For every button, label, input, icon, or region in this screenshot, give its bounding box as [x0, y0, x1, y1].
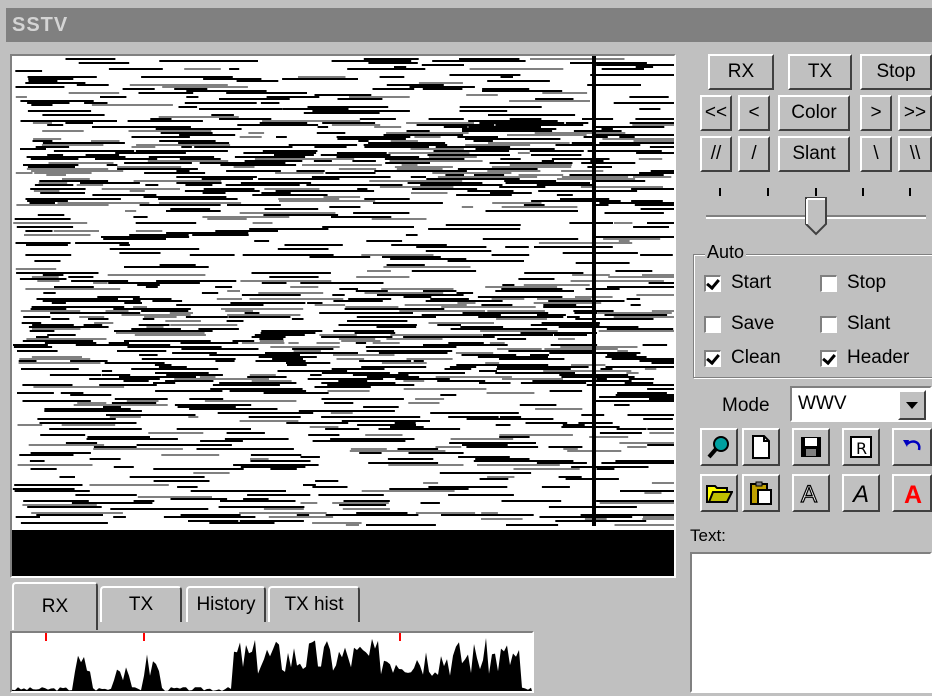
- register-r-icon[interactable]: R: [842, 428, 880, 466]
- rx-button[interactable]: RX: [708, 54, 774, 90]
- slant-right-button[interactable]: \: [860, 136, 892, 172]
- new-document-icon[interactable]: [742, 428, 780, 466]
- slider-thumb: [805, 197, 827, 236]
- checkbox-label: Header: [847, 347, 910, 368]
- open-folder-icon[interactable]: [700, 474, 738, 512]
- stop-button[interactable]: Stop: [860, 54, 932, 90]
- checkbox-box[interactable]: [704, 274, 721, 292]
- checkbox-label: Clean: [731, 347, 781, 368]
- mode-label: Mode: [722, 395, 770, 416]
- paste-clipboard-icon[interactable]: [742, 474, 780, 512]
- title-bar: SSTV: [0, 0, 932, 44]
- svg-text:A: A: [851, 481, 869, 506]
- slant-left-button[interactable]: /: [738, 136, 770, 172]
- svg-text:R: R: [856, 439, 867, 458]
- color-button[interactable]: Color: [778, 95, 850, 131]
- svg-text:A: A: [801, 481, 817, 506]
- jump-back-button[interactable]: <<: [700, 95, 732, 131]
- checkbox-label: Stop: [847, 272, 887, 293]
- checkbox-box[interactable]: [820, 349, 837, 367]
- checkbox-box[interactable]: [820, 274, 837, 292]
- level-meter-graphic: [12, 633, 532, 691]
- tab-tx[interactable]: TX: [100, 586, 182, 622]
- tx-button[interactable]: TX: [788, 54, 852, 90]
- jump-forward-button[interactable]: >>: [898, 95, 932, 131]
- window-title: SSTV: [6, 8, 932, 42]
- auto-header-checkbox[interactable]: Header: [820, 347, 909, 369]
- rx-image: [12, 56, 674, 576]
- font-color-a-icon[interactable]: A: [892, 474, 932, 512]
- rx-image-panel[interactable]: [10, 54, 676, 578]
- tab-tx-hist[interactable]: TX hist: [268, 586, 360, 622]
- slant-right-fast-button[interactable]: \\: [898, 136, 932, 172]
- svg-text:A: A: [904, 481, 922, 506]
- auto-save-checkbox[interactable]: Save: [704, 313, 774, 335]
- tab-rx[interactable]: RX: [12, 582, 98, 630]
- undo-icon[interactable]: [892, 428, 932, 466]
- checkbox-label: Start: [731, 272, 772, 293]
- chevron-down-icon[interactable]: [898, 390, 926, 420]
- font-italic-a-icon[interactable]: A: [842, 474, 880, 512]
- adjust-slider[interactable]: [700, 182, 932, 244]
- checkbox-box[interactable]: [820, 315, 837, 333]
- auto-slant-checkbox[interactable]: Slant: [820, 313, 890, 335]
- zoom-icon[interactable]: [700, 428, 738, 466]
- auto-clean-checkbox[interactable]: Clean: [704, 347, 781, 369]
- checkbox-box[interactable]: [704, 315, 721, 333]
- slant-left-fast-button[interactable]: //: [700, 136, 732, 172]
- auto-stop-checkbox[interactable]: Stop: [820, 272, 886, 294]
- checkbox-label: Slant: [847, 313, 891, 334]
- slant-button[interactable]: Slant: [778, 136, 850, 172]
- save-disk-icon[interactable]: [792, 428, 830, 466]
- font-outline-a-icon[interactable]: A: [792, 474, 830, 512]
- mode-value: WWV: [798, 393, 847, 414]
- auto-group-legend: Auto: [705, 242, 747, 263]
- step-forward-button[interactable]: >: [860, 95, 892, 131]
- tab-history[interactable]: History: [186, 586, 266, 622]
- auto-start-checkbox[interactable]: Start: [704, 272, 771, 294]
- mode-select[interactable]: WWV: [790, 386, 932, 422]
- text-label: Text:: [690, 526, 726, 545]
- level-meter: [10, 631, 534, 693]
- slider-graphic: [706, 188, 926, 236]
- spectrum-trace: [12, 638, 532, 691]
- checkbox-box[interactable]: [704, 349, 721, 367]
- text-area[interactable]: [690, 552, 932, 693]
- checkbox-label: Save: [731, 313, 775, 334]
- step-back-button[interactable]: <: [738, 95, 770, 131]
